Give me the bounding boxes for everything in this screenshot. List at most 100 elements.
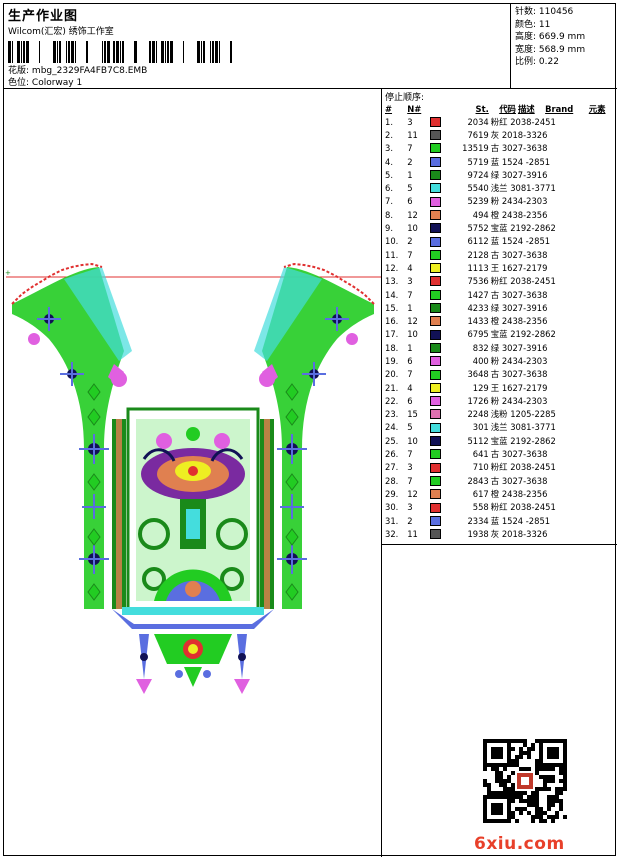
table-row: 11. 7 2128 古 3027-3638 bbox=[384, 248, 615, 261]
row-index: 9. bbox=[385, 223, 393, 234]
row-stitches: 1726 bbox=[467, 395, 489, 406]
embroidery-design-image: + bbox=[5, 262, 381, 694]
row-needle: 7 bbox=[407, 143, 413, 154]
row-index: 18. bbox=[385, 342, 399, 353]
row-stitches: 2843 bbox=[467, 475, 489, 486]
row-index: 24. bbox=[385, 422, 399, 433]
row-swatch bbox=[429, 354, 448, 367]
row-index: 10. bbox=[385, 236, 399, 247]
row-swatch bbox=[429, 501, 448, 514]
table-row: 29. 12 617 橙 2438-2356 bbox=[384, 487, 615, 500]
color-swatch bbox=[430, 529, 442, 540]
spec-width: 宽度: 568.9 mm bbox=[515, 44, 586, 55]
row-needle: 6 bbox=[407, 196, 413, 207]
row-swatch bbox=[429, 221, 448, 234]
row-stitches: 7619 bbox=[467, 129, 489, 140]
color-swatch bbox=[430, 369, 442, 380]
table-row: 3. 7 13519 古 3027-3638 bbox=[384, 142, 615, 155]
table-row: 26. 7 641 古 3027-3638 bbox=[384, 447, 615, 460]
row-needle: 2 bbox=[407, 515, 413, 526]
row-needle: 5 bbox=[407, 183, 413, 194]
table-row: 12. 4 1113 王 1627-2179 bbox=[384, 261, 615, 274]
row-needle: 2 bbox=[407, 156, 413, 167]
color-swatch bbox=[430, 130, 442, 141]
color-swatch bbox=[430, 303, 442, 314]
row-swatch bbox=[429, 447, 448, 460]
table-row: 1. 3 2034 粉红 2038-2451 bbox=[384, 115, 615, 128]
row-code: 粉红 2038-2451 bbox=[490, 462, 556, 473]
color-swatch bbox=[430, 209, 442, 220]
row-stitches: 7536 bbox=[467, 276, 489, 287]
row-stitches: 2334 bbox=[467, 515, 489, 526]
page-title: 生产作业图 bbox=[8, 9, 79, 24]
color-swatch bbox=[430, 329, 442, 340]
row-code: 古 3027-3638 bbox=[490, 289, 548, 300]
row-needle: 11 bbox=[407, 129, 418, 140]
stop-sequence-table: # N# St. 代码 描述 Brand 元素 1. 3 2034 粉红 2038-2… bbox=[384, 102, 615, 541]
row-needle: 12 bbox=[407, 209, 418, 220]
row-swatch bbox=[429, 155, 448, 168]
color-swatch bbox=[430, 475, 442, 486]
row-index: 20. bbox=[385, 369, 399, 380]
row-code: 古 3027-3638 bbox=[490, 449, 548, 460]
panel-divider bbox=[382, 544, 617, 545]
header-panel: 生产作业图 Wilcom(汇宏) 绣饰工作室 花版: mbg_2329FA4FB… bbox=[4, 4, 511, 89]
col-stitches: St. bbox=[475, 103, 489, 114]
row-stitches: 13519 bbox=[462, 143, 489, 154]
row-index: 15. bbox=[385, 302, 399, 313]
embroidery-design-area: + bbox=[4, 89, 382, 857]
row-stitches: 832 bbox=[472, 342, 489, 353]
row-stitches: 5752 bbox=[467, 223, 489, 234]
row-code: 古 3027-3638 bbox=[490, 249, 548, 260]
row-stitches: 1113 bbox=[467, 262, 489, 273]
table-row: 17. 10 6795 宝蓝 2192-2862 bbox=[384, 328, 615, 341]
row-needle: 3 bbox=[407, 462, 413, 473]
table-row: 8. 12 494 橙 2438-2356 bbox=[384, 208, 615, 221]
row-code: 粉红 2038-2451 bbox=[490, 276, 556, 287]
row-needle: 10 bbox=[407, 223, 418, 234]
row-stitches: 2034 bbox=[467, 116, 489, 127]
row-code: 王 1627-2179 bbox=[490, 262, 548, 273]
table-row: 25. 10 5112 宝蓝 2192-2862 bbox=[384, 434, 615, 447]
row-index: 30. bbox=[385, 502, 399, 513]
table-row: 10. 2 6112 蓝 1524 -2851 bbox=[384, 235, 615, 248]
specs-panel: 针数: 110456 颜色: 11 高度: 669.9 mm 宽度: 568.9… bbox=[511, 4, 617, 89]
row-swatch bbox=[429, 128, 448, 141]
col-swatch bbox=[429, 102, 448, 115]
row-index: 28. bbox=[385, 475, 399, 486]
row-code: 蓝 1524 -2851 bbox=[490, 236, 551, 247]
table-row: 14. 7 1427 古 3027-3638 bbox=[384, 288, 615, 301]
color-swatch bbox=[430, 396, 442, 407]
table-row: 9. 10 5752 宝蓝 2192-2862 bbox=[384, 221, 615, 234]
colorway-row: 色位: Colorway 1 bbox=[8, 75, 82, 88]
row-needle: 7 bbox=[407, 249, 413, 260]
row-needle: 12 bbox=[407, 316, 418, 327]
row-index: 29. bbox=[385, 488, 399, 499]
row-swatch bbox=[429, 208, 448, 221]
row-needle: 7 bbox=[407, 289, 413, 300]
color-swatch bbox=[430, 170, 442, 181]
row-index: 19. bbox=[385, 355, 399, 366]
row-needle: 1 bbox=[407, 169, 413, 180]
col-element: 元素 bbox=[588, 103, 606, 114]
row-needle: 1 bbox=[407, 342, 413, 353]
row-needle: 3 bbox=[407, 502, 413, 513]
studio-subtitle: Wilcom(汇宏) 绣饰工作室 bbox=[8, 27, 114, 37]
row-index: 22. bbox=[385, 395, 399, 406]
row-index: 3. bbox=[385, 143, 393, 154]
color-swatch bbox=[430, 196, 442, 207]
table-row: 32. 11 1938 灰 2018-3326 bbox=[384, 527, 615, 540]
row-code: 绿 3027-3916 bbox=[490, 169, 548, 180]
row-needle: 3 bbox=[407, 276, 413, 287]
row-code: 粉 2434-2303 bbox=[490, 196, 548, 207]
table-row: 5. 1 9724 绿 3027-3916 bbox=[384, 168, 615, 181]
row-needle: 6 bbox=[407, 355, 413, 366]
col-code: 代码 bbox=[499, 103, 516, 114]
row-swatch bbox=[429, 394, 448, 407]
color-swatch bbox=[430, 156, 442, 167]
row-swatch bbox=[429, 301, 448, 314]
row-swatch bbox=[429, 487, 448, 500]
row-index: 26. bbox=[385, 449, 399, 460]
row-needle: 11 bbox=[407, 528, 418, 539]
color-swatch bbox=[430, 436, 442, 447]
